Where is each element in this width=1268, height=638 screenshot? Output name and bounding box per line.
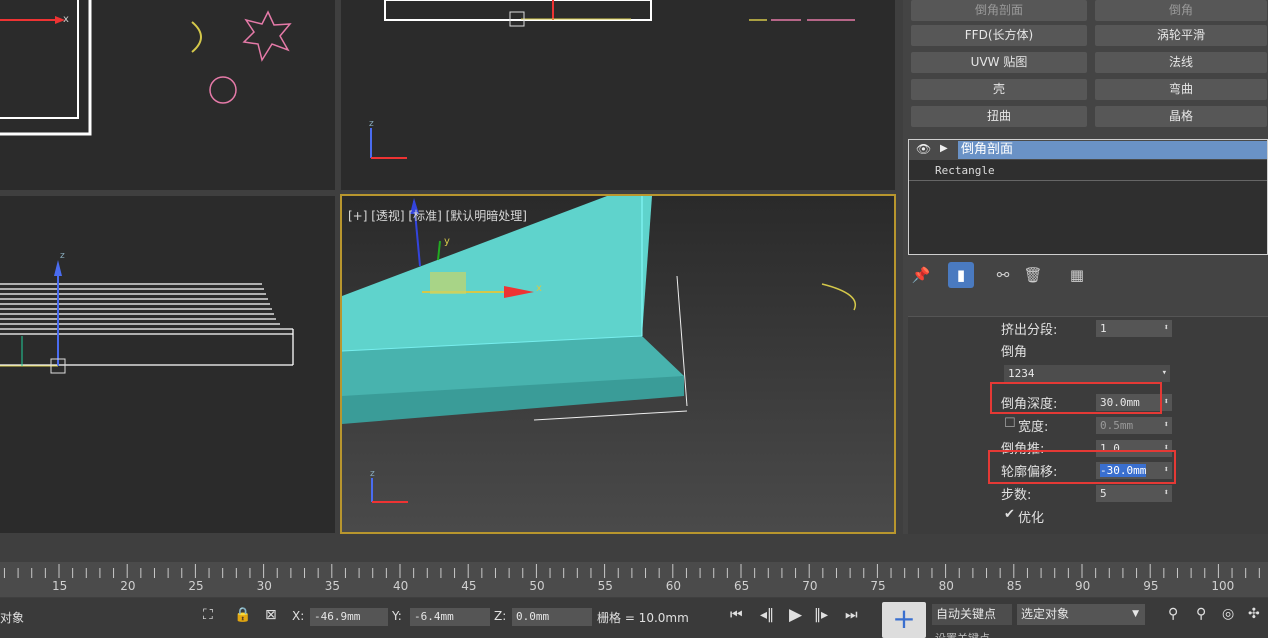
go-to-start-icon[interactable]: ⏮ [730, 607, 743, 623]
svg-text:z: z [370, 469, 375, 479]
field-of-view-icon[interactable]: ◎ [1222, 606, 1234, 622]
selection-status: 对象 [0, 611, 25, 625]
highlight-contour-offset [988, 450, 1176, 484]
eye-icon[interactable]: 👁 [916, 142, 931, 156]
viewport-perspective[interactable]: x y z [+] [透视] [标准] [默认明暗处理] [340, 194, 896, 534]
previous-frame-icon[interactable]: ◂‖ [760, 607, 774, 623]
y-coord-field[interactable]: -6.4mm [410, 608, 490, 626]
ruler-tick-label: 30 [256, 579, 272, 593]
next-frame-icon[interactable]: ‖▸ [814, 607, 828, 623]
ruler-tick-label: 75 [870, 579, 886, 593]
steps-spinner[interactable]: 5 ⬍ [1096, 485, 1172, 502]
ruler-tick-label: 40 [393, 579, 409, 593]
modifier-button-turbosmooth[interactable]: 涡轮平滑 [1095, 25, 1267, 46]
modifier-button-bevel[interactable]: 倒角 [1095, 0, 1267, 21]
ruler-ticks [3, 564, 1260, 578]
modifier-button-shell[interactable]: 壳 [911, 79, 1087, 100]
stack-item-selected[interactable]: 👁 ▶ 倒角剖面 [909, 140, 1267, 160]
auto-key-button[interactable]: 自动关键点 [932, 604, 1012, 625]
extrude-segments-spinner[interactable]: 1 ⬍ [1096, 320, 1172, 337]
isolate-selection-icon[interactable]: ⛶ [203, 607, 213, 623]
zoom-all-icon[interactable]: ⚲ [1196, 606, 1206, 622]
width-spinner[interactable]: 0.5mm ⬍ [1096, 417, 1172, 434]
ruler-tick-label: 35 [324, 579, 341, 593]
optimize-checkbox[interactable]: ✔ [1004, 507, 1015, 522]
pin-stack-icon[interactable]: 📌 [908, 262, 934, 288]
modifier-button-ffd-box[interactable]: FFD(长方体) [911, 25, 1087, 46]
ruler-tick-label: 65 [734, 579, 750, 593]
modifier-stack[interactable]: 👁 ▶ 倒角剖面 Rectangle [908, 139, 1268, 255]
z-coord-field[interactable]: 0.0mm [512, 608, 592, 626]
lock-icon[interactable]: 🔒 [234, 607, 251, 623]
orbit-icon[interactable]: ✣ [1248, 606, 1260, 622]
zoom-icon[interactable]: ⚲ [1168, 606, 1178, 622]
viewport-top-scene: x [0, 0, 292, 136]
ruler-tick-label: 80 [938, 579, 954, 593]
key-selection-dropdown[interactable]: 选定对象 ▼ [1017, 604, 1145, 625]
ruler-tick-label: 25 [188, 579, 204, 593]
ruler-tick-label: 45 [461, 579, 477, 593]
y-coord-label: Y: [392, 609, 402, 623]
expand-arrow-icon[interactable]: ▶ [940, 143, 948, 154]
ruler-tick-label: 15 [52, 579, 68, 593]
svg-text:y: y [444, 236, 450, 247]
ruler-tick-label: 90 [1075, 579, 1091, 593]
width-label: 宽度: [1018, 420, 1049, 435]
ruler-tick-label: 95 [1143, 579, 1159, 593]
modifier-button-bevel-profile[interactable]: 倒角剖面 [911, 0, 1087, 21]
viewport-front-scene: z [369, 0, 855, 159]
viewport-left[interactable]: z [0, 196, 335, 533]
width-checkbox[interactable]: ☐ [1004, 416, 1016, 431]
svg-text:x: x [63, 14, 69, 25]
delete-modifier-icon[interactable]: 🗑 [1020, 262, 1046, 288]
steps-label: 步数: [1001, 488, 1032, 503]
configure-sets-icon[interactable]: ▦ [1064, 262, 1090, 288]
set-key-label[interactable]: 设置关键点 [935, 630, 990, 638]
ruler-tick-label: 100 [1211, 579, 1235, 593]
go-to-end-icon[interactable]: ⏭ [845, 607, 858, 623]
command-panel: 倒角剖面 倒角 FFD(长方体) 涡轮平滑 UVW 贴图 法线 壳 弯曲 扭曲 … [903, 0, 1268, 534]
extrude-segments-label: 挤出分段: [1001, 323, 1058, 338]
timeline-ruler[interactable]: 15 20 25 30 35 40 45 50 55 60 65 70 75 80 85 90 95 100 [0, 562, 1268, 597]
ruler-tick-label: 70 [802, 579, 818, 593]
stack-divider [909, 180, 1267, 181]
viewport-label[interactable]: [+] [透视] [标准] [默认明暗处理] [348, 207, 527, 224]
modifier-button-uvw-map[interactable]: UVW 贴图 [911, 52, 1087, 73]
bevel-group-label: 倒角 [1001, 345, 1028, 360]
ruler-tick-label: 60 [665, 579, 682, 593]
parameters-rollout: 挤出分段: 1 ⬍ 倒角 1234 ▾ 倒角深度: 30.0mm ⬍ ☐ 宽度: 0.… [908, 316, 1268, 534]
ruler-tick-label: 20 [120, 579, 136, 593]
svg-text:x: x [536, 283, 542, 294]
ruler-tick-label: 55 [597, 579, 613, 593]
viewport-left-scene: z [0, 251, 294, 374]
bevel-preset-select[interactable]: 1234 ▾ [1004, 365, 1170, 382]
stack-toolbar: 📌 ▮ ⚯ 🗑 ▦ [908, 262, 1268, 290]
viewport-top[interactable]: x [0, 0, 335, 190]
modifier-button-bend[interactable]: 弯曲 [1095, 79, 1267, 100]
modifier-button-twist[interactable]: 扭曲 [911, 106, 1087, 127]
status-bar: 对象 ⛶ 🔒 ⊠ X: -46.9mm Y: -6.4mm Z: 0.0mm 栅… [0, 598, 1268, 638]
x-coord-field[interactable]: -46.9mm [310, 608, 388, 626]
set-key-plus-icon[interactable]: + [882, 602, 926, 638]
viewport-front[interactable]: z [341, 0, 895, 190]
highlight-bevel-depth [990, 382, 1162, 414]
z-coord-label: Z: [494, 609, 507, 623]
modifier-button-normal[interactable]: 法线 [1095, 52, 1267, 73]
transform-mode-icon[interactable]: ⊠ [265, 607, 277, 623]
stack-item-base[interactable]: Rectangle [935, 164, 995, 177]
x-coord-label: X: [292, 609, 305, 623]
stack-item-label[interactable]: 倒角剖面 [958, 141, 1267, 159]
play-icon[interactable]: ▶ [789, 605, 802, 625]
ruler-tick-label: 85 [1006, 579, 1023, 593]
viewport-perspective-scene: x y z [342, 196, 856, 503]
svg-text:z: z [60, 251, 65, 261]
modifier-button-lattice[interactable]: 晶格 [1095, 106, 1267, 127]
ruler-tick-label: 50 [529, 579, 545, 593]
show-end-result-icon[interactable]: ▮ [948, 262, 974, 288]
optimize-label: 优化 [1018, 511, 1045, 526]
3dsmax-window: x z z x y z [+] [透视] [标准] [默认明暗处理] 倒角剖面 … [0, 0, 1268, 638]
make-unique-icon[interactable]: ⚯ [990, 262, 1016, 288]
svg-text:z: z [369, 119, 374, 129]
grid-size-text: 栅格 = 10.0mm [597, 611, 689, 625]
